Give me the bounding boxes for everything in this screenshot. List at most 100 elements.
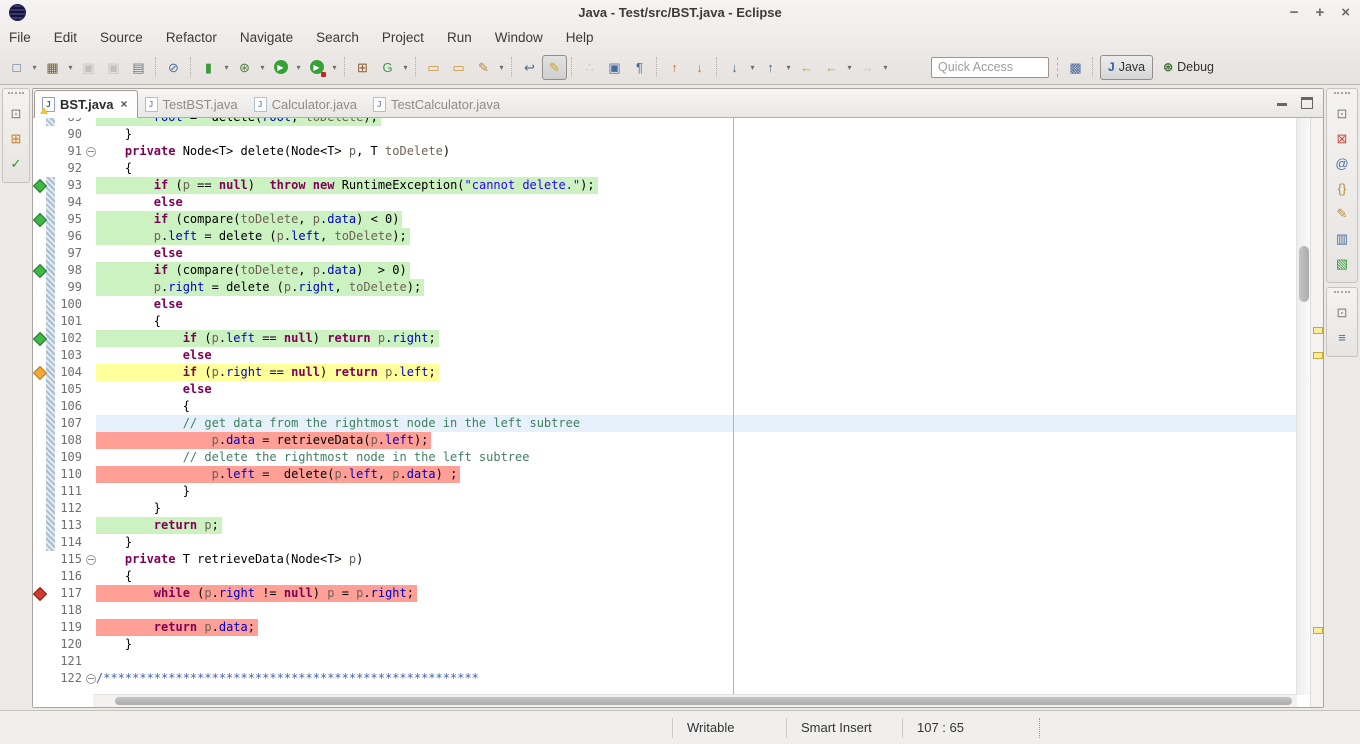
collapse-icon[interactable] — [86, 147, 96, 157]
annotation-ruler-cell[interactable] — [33, 262, 46, 279]
menu-source[interactable]: Source — [100, 30, 143, 45]
menu-project[interactable]: Project — [382, 30, 424, 45]
green-diamond-marker[interactable] — [33, 332, 47, 346]
annotation-ruler-cell[interactable] — [33, 296, 46, 313]
annotation-ruler-cell[interactable] — [33, 118, 46, 126]
annotation-ruler-cell[interactable] — [33, 619, 46, 636]
dropdown-arrow-icon[interactable]: ▾ — [747, 63, 758, 72]
annotation-ruler-cell[interactable] — [33, 313, 46, 330]
console-view-icon[interactable]: ▥ — [1331, 226, 1353, 251]
orange-diamond-marker[interactable] — [33, 366, 47, 380]
annotation-ruler-cell[interactable] — [33, 143, 46, 160]
annotation-ruler-cell[interactable] — [33, 568, 46, 585]
tab-testbst-java[interactable]: JTestBST.java — [138, 91, 247, 117]
dropdown-arrow-icon[interactable]: ▾ — [293, 63, 304, 72]
annotation-ruler-cell[interactable] — [33, 126, 46, 143]
open-type-icon[interactable]: ▭ — [421, 55, 446, 80]
annotation-ruler-cell[interactable] — [33, 500, 46, 517]
junit-view-icon[interactable]: ✓ — [5, 151, 27, 176]
code-text[interactable]: if (p.left == null) return p.right; — [96, 330, 1297, 347]
collapse-all-icon[interactable]: ↑ — [662, 55, 687, 80]
code-text[interactable] — [96, 653, 1297, 670]
tab-bst-java[interactable]: JBST.java× — [34, 90, 138, 118]
annotation-ruler-cell[interactable] — [33, 585, 46, 602]
code-text[interactable]: return p.data; — [96, 619, 1297, 636]
external-tools-icon[interactable]: ∴ — [577, 55, 602, 80]
code-text[interactable]: // delete the rightmost node in the left… — [96, 449, 1297, 466]
run-coverage-icon[interactable]: ▶ — [304, 55, 329, 80]
open-perspective-icon[interactable]: ▩ — [1063, 55, 1088, 80]
menu-edit[interactable]: Edit — [54, 30, 77, 45]
annotation-ruler-cell[interactable] — [33, 534, 46, 551]
code-text[interactable]: /***************************************… — [96, 670, 1297, 687]
javadoc-view-icon[interactable]: @ — [1331, 151, 1353, 176]
code-text[interactable]: } — [96, 636, 1297, 653]
back-icon[interactable]: ← — [819, 55, 844, 80]
show-source-icon[interactable]: ▣ — [602, 55, 627, 80]
print-icon[interactable]: ▤ — [126, 55, 151, 80]
annotation-ruler-cell[interactable] — [33, 636, 46, 653]
outline-view-icon[interactable]: ≡ — [1331, 325, 1353, 350]
horizontal-scrollbar-thumb[interactable] — [115, 697, 1292, 705]
last-edit-location-icon[interactable]: ↩ — [517, 55, 542, 80]
annotation-ruler-cell[interactable] — [33, 398, 46, 415]
maximize-editor-icon[interactable] — [1301, 97, 1313, 109]
code-text[interactable] — [96, 602, 1297, 619]
dropdown-arrow-icon[interactable]: ▾ — [65, 63, 76, 72]
occurrence-marker[interactable] — [1313, 627, 1323, 634]
forward-icon[interactable]: → — [855, 55, 880, 80]
menu-window[interactable]: Window — [495, 30, 543, 45]
new-class-wizard-icon[interactable]: G — [375, 55, 400, 80]
code-text[interactable]: } — [96, 500, 1297, 517]
red-diamond-marker[interactable] — [33, 587, 47, 601]
code-text[interactable]: { — [96, 568, 1297, 585]
menu-search[interactable]: Search — [316, 30, 359, 45]
green-diamond-marker[interactable] — [33, 179, 47, 193]
annotation-ruler-cell[interactable] — [33, 160, 46, 177]
annotation-ruler-cell[interactable] — [33, 364, 46, 381]
next-annotation-icon[interactable]: ↓ — [722, 55, 747, 80]
annotation-ruler-cell[interactable] — [33, 670, 46, 687]
drag-grip[interactable] — [1334, 291, 1350, 295]
dropdown-arrow-icon[interactable]: ▾ — [329, 63, 340, 72]
maximize-button[interactable]: + — [1315, 5, 1324, 20]
dropdown-arrow-icon[interactable]: ▾ — [400, 63, 411, 72]
overview-ruler[interactable] — [1310, 118, 1323, 707]
collapse-icon[interactable] — [86, 555, 96, 565]
save-icon[interactable]: ▣ — [76, 55, 101, 80]
close-button[interactable]: × — [1341, 5, 1350, 20]
restore-view-icon[interactable]: ⊡ — [1331, 101, 1353, 126]
code-text[interactable]: return p; — [96, 517, 1297, 534]
drag-grip[interactable] — [1334, 92, 1350, 96]
minimize-button[interactable]: − — [1290, 5, 1299, 20]
show-whitespace-icon[interactable]: ¶ — [627, 55, 652, 80]
code-text[interactable]: { — [96, 313, 1297, 330]
code-text[interactable]: p.right = delete (p.right, toDelete); — [96, 279, 1297, 296]
code-text[interactable]: else — [96, 194, 1297, 211]
problems-view-icon[interactable]: ⊠ — [1331, 126, 1353, 151]
code-text[interactable]: } — [96, 534, 1297, 551]
annotation-ruler-cell[interactable] — [33, 381, 46, 398]
coverage-view-icon[interactable]: ▧ — [1331, 251, 1353, 276]
code-editor[interactable]: 89 root = delete(root, toDelete);90 }91 … — [33, 118, 1323, 707]
code-text[interactable]: p.left = delete(p.left, p.data) ; — [96, 466, 1297, 483]
menu-help[interactable]: Help — [566, 30, 594, 45]
occurrence-marker[interactable] — [1313, 352, 1323, 359]
code-text[interactable]: p.left = delete (p.left, toDelete); — [96, 228, 1297, 245]
collapse-icon[interactable] — [86, 674, 96, 684]
annotation-ruler-cell[interactable] — [33, 449, 46, 466]
annotation-ruler-cell[interactable] — [33, 194, 46, 211]
menu-run[interactable]: Run — [447, 30, 472, 45]
mark-occurrences-icon[interactable]: ✎ — [542, 55, 567, 80]
new-java-package-icon[interactable]: ⊞ — [350, 55, 375, 80]
annotation-ruler-cell[interactable] — [33, 279, 46, 296]
code-text[interactable]: else — [96, 381, 1297, 398]
annotation-ruler-cell[interactable] — [33, 466, 46, 483]
annotation-ruler-cell[interactable] — [33, 211, 46, 228]
menu-navigate[interactable]: Navigate — [240, 30, 293, 45]
last-edit-nav-icon[interactable]: ← — [794, 55, 819, 80]
annotation-ruler-cell[interactable] — [33, 245, 46, 262]
declaration-view-icon[interactable]: {} — [1331, 176, 1353, 201]
dropdown-arrow-icon[interactable]: ▾ — [29, 63, 40, 72]
code-text[interactable]: else — [96, 347, 1297, 364]
